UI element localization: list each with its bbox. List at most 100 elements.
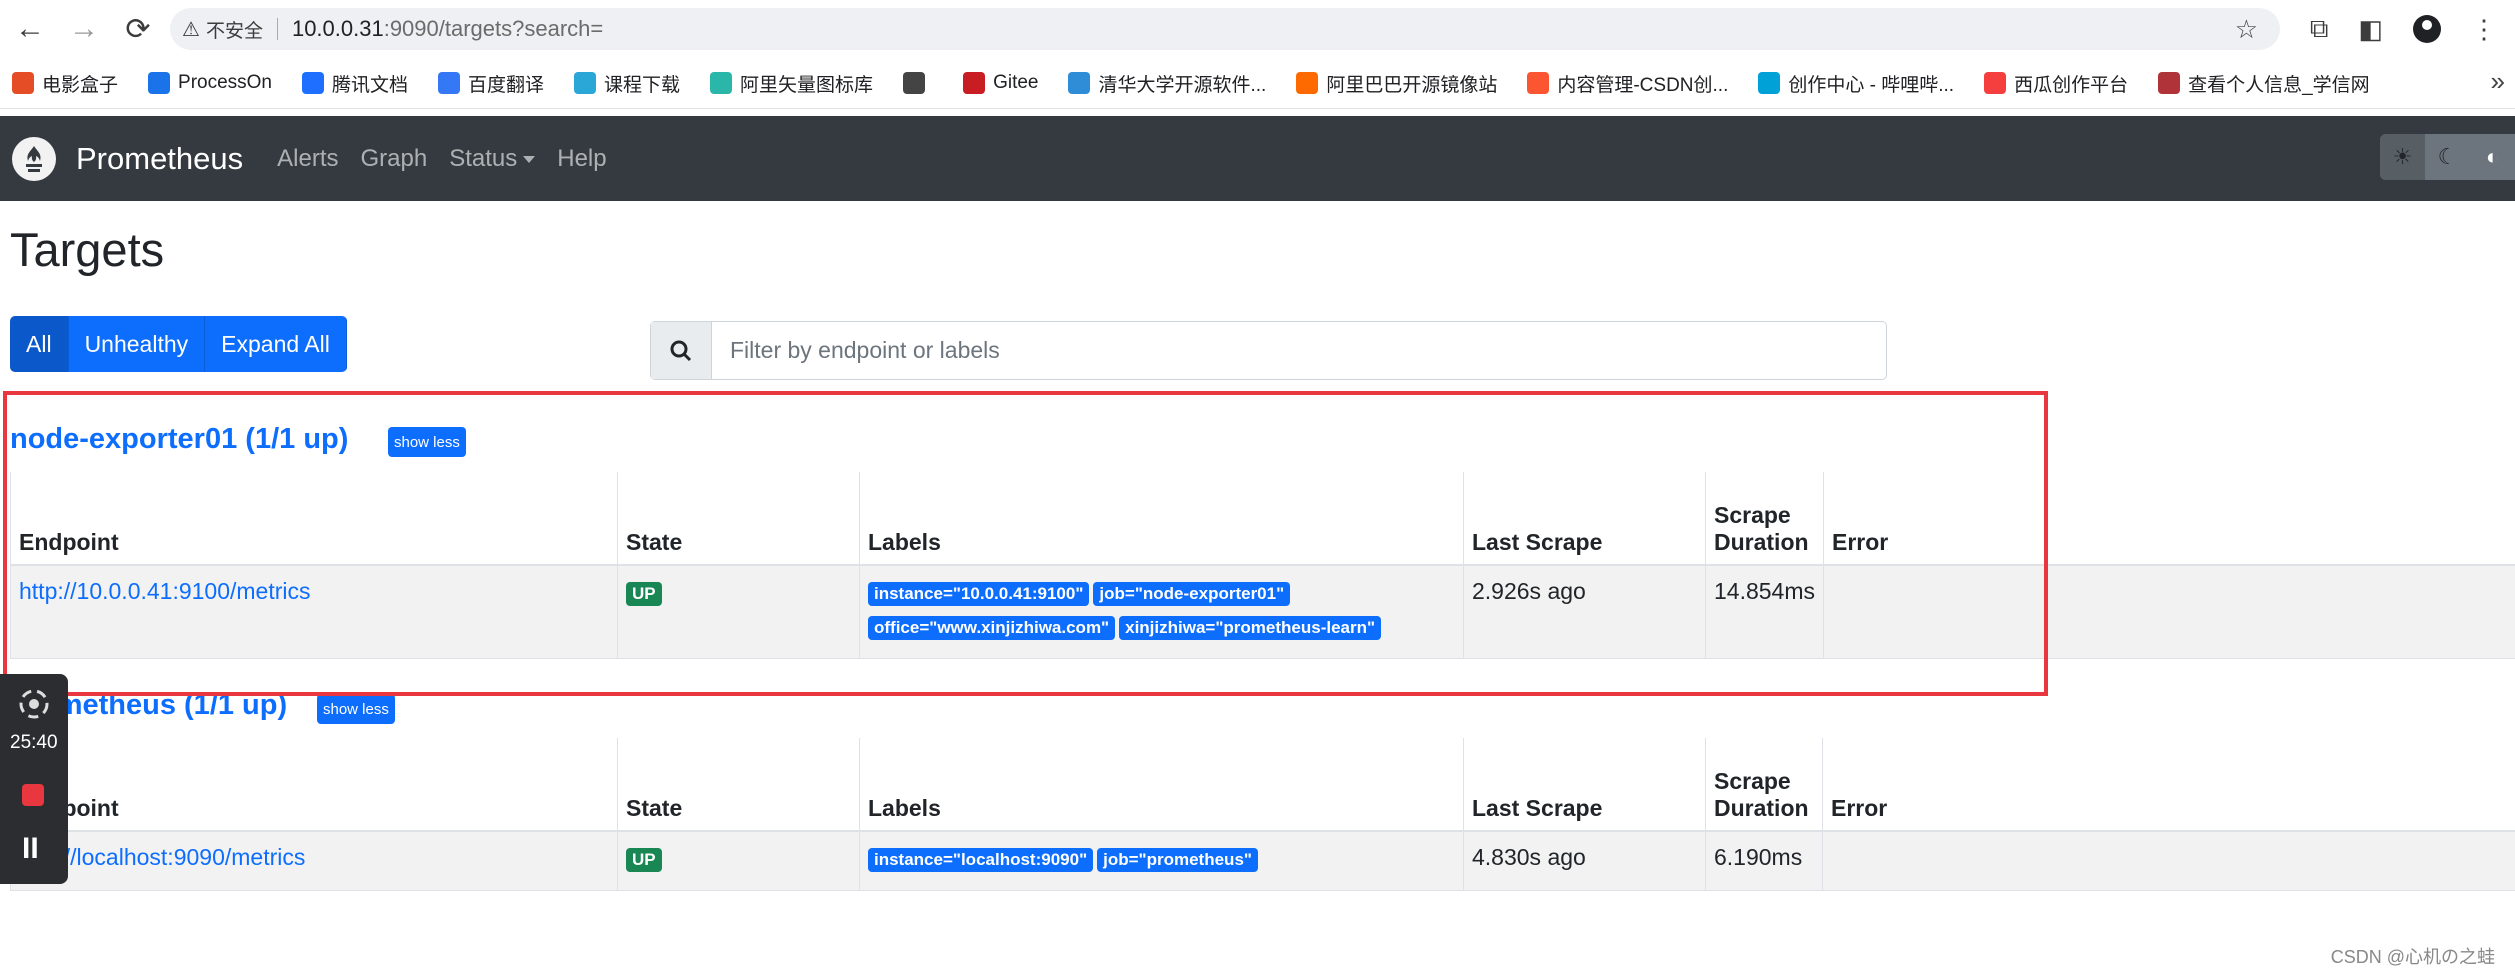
bookmark-label: 内容管理-CSDN创... — [1557, 74, 1729, 96]
browser-toolbar: ← → ⟳ ⚠ 不安全 10.0.0.31:9090/targets?searc… — [0, 0, 2515, 58]
bookmark-item[interactable]: 课程下载 — [574, 70, 680, 97]
baidu-translate-icon — [438, 72, 461, 94]
column-header-scrape-line1: Scrape — [1714, 768, 1791, 794]
security-warning[interactable]: ⚠ 不安全 — [182, 16, 263, 43]
bookmark-item[interactable]: 腾讯文档 — [302, 70, 408, 97]
bookmark-label: Gitee — [993, 72, 1039, 93]
theme-toggle: ☀ ☾ ◐ — [2380, 134, 2515, 180]
bookmark-item[interactable]: 百度翻译 — [438, 70, 544, 97]
bookmark-item[interactable]: 电影盒子 — [12, 70, 118, 97]
bookmark-item[interactable]: 内容管理-CSDN创... — [1527, 70, 1728, 97]
tuna-icon — [1068, 72, 1091, 94]
side-panel-icon[interactable]: ◧ — [2358, 14, 2383, 45]
nav-alerts[interactable]: Alerts — [277, 145, 338, 173]
bookmark-item[interactable]: 西瓜创作平台 — [1984, 70, 2128, 97]
url-text[interactable]: 10.0.0.31:9090/targets?search= — [292, 16, 603, 42]
label-badge: job="prometheus" — [1097, 848, 1258, 872]
search-icon — [651, 322, 712, 379]
search-input[interactable]: Filter by endpoint or labels — [730, 337, 1000, 364]
scrape-duration-cell: 6.190ms — [1705, 831, 1823, 891]
highlight-box — [3, 391, 2048, 696]
filter-search[interactable]: Filter by endpoint or labels — [650, 321, 1887, 380]
bookmark-item[interactable]: 阿里巴巴开源镜像站 — [1296, 70, 1497, 97]
bookmark-item[interactable]: ProcessOn — [148, 72, 272, 94]
film-icon — [12, 72, 34, 94]
column-header-scrape-duration: Scrape Duration — [1705, 738, 1823, 832]
bookmark-label: ProcessOn — [178, 72, 272, 93]
bookmark-star-icon[interactable]: ☆ — [2235, 14, 2258, 45]
pause-icon[interactable]: II — [22, 832, 39, 866]
recorder-logo-icon — [19, 689, 49, 719]
prometheus-logo-icon[interactable] — [12, 136, 56, 181]
processon-icon — [148, 72, 171, 94]
screen-recorder-widget: 25:40 II — [0, 674, 68, 884]
profile-avatar[interactable] — [2413, 15, 2441, 43]
bookmark-label: 查看个人信息_学信网 — [2188, 74, 2370, 96]
nav-graph[interactable]: Graph — [361, 145, 428, 173]
expand-all-button[interactable]: Expand All — [205, 316, 347, 372]
endpoint-cell: http://localhost:9090/metrics — [10, 831, 618, 891]
filter-button-group: All Unhealthy Expand All — [10, 316, 347, 372]
reload-icon[interactable]: ⟳ — [114, 5, 162, 53]
bookmark-item[interactable]: 阿里矢量图标库 — [710, 70, 873, 97]
table-header-row: Endpoint State Labels Last Scrape Scrape… — [10, 738, 2515, 832]
last-scrape-cell: 4.830s ago — [1463, 831, 1706, 891]
watermark: CSDN @心机の之蛙 — [2330, 947, 2495, 967]
label-badge: instance="localhost:9090" — [868, 848, 1094, 872]
xigua-icon — [1984, 72, 2007, 94]
labels-cell: instance="localhost:9090" job="prometheus… — [859, 831, 1464, 891]
bookmark-item[interactable]: 创作中心 - 哔哩哔... — [1758, 70, 1954, 97]
filter-all-button[interactable]: All — [10, 316, 69, 372]
iconfont-icon — [710, 72, 733, 94]
light-theme-icon[interactable]: ☀ — [2380, 134, 2425, 180]
tencent-docs-icon — [302, 72, 324, 94]
brand-title[interactable]: Prometheus — [76, 141, 243, 177]
nav-status-dropdown[interactable]: Status — [449, 144, 536, 173]
bilibili-icon — [1758, 72, 1781, 94]
page-title: Targets — [10, 223, 165, 276]
bookmark-label: 课程下载 — [604, 74, 681, 96]
dark-theme-icon[interactable]: ☾ — [2425, 134, 2470, 180]
state-cell: UP — [617, 831, 860, 891]
forward-icon[interactable]: → — [60, 5, 108, 53]
prometheus-navbar: Prometheus Alerts Graph Status Help ☀ ☾ … — [0, 116, 2515, 201]
stop-icon[interactable] — [22, 784, 44, 806]
bookmark-item[interactable] — [903, 72, 933, 94]
divider — [276, 18, 278, 40]
gitee-icon — [963, 72, 986, 94]
recording-time: 25:40 — [10, 732, 58, 753]
error-cell — [1822, 831, 2515, 891]
targets-table-prometheus: Endpoint State Labels Last Scrape Scrape… — [10, 738, 2515, 891]
column-header-last-scrape: Last Scrape — [1463, 738, 1706, 832]
bookmark-label: 电影盒子 — [42, 74, 119, 96]
state-badge: UP — [626, 848, 662, 872]
more-bookmarks-icon[interactable]: » — [2491, 66, 2505, 97]
column-header-state: State — [617, 738, 860, 832]
menu-icon[interactable]: ⋮ — [2471, 14, 2497, 45]
auto-theme-icon[interactable]: ◐ — [2470, 134, 2515, 180]
extensions-icon[interactable]: ⧉ — [2310, 13, 2329, 45]
filter-unhealthy-button[interactable]: Unhealthy — [68, 316, 206, 372]
bookmark-item[interactable]: Gitee — [963, 72, 1038, 94]
aliyun-icon — [1296, 72, 1319, 94]
back-icon[interactable]: ← — [6, 5, 54, 53]
bookmark-label: 腾讯文档 — [332, 74, 409, 96]
address-bar[interactable]: ⚠ 不安全 10.0.0.31:9090/targets?search= ☆ — [170, 8, 2280, 50]
show-less-button[interactable]: show less — [317, 694, 395, 724]
course-icon — [574, 72, 597, 94]
column-header-labels: Labels — [859, 738, 1464, 832]
column-header-scrape-line2: Duration — [1714, 795, 1809, 821]
chsi-icon — [2158, 72, 2181, 94]
bookmark-label: 清华大学开源软件... — [1098, 74, 1267, 96]
column-header-error: Error — [1822, 738, 2515, 832]
bookmark-item[interactable]: 清华大学开源软件... — [1068, 70, 1266, 97]
bookmark-label: 西瓜创作平台 — [2014, 74, 2129, 96]
bookmark-item[interactable]: 查看个人信息_学信网 — [2158, 70, 2370, 97]
bookmark-label: 创作中心 - 哔哩哔... — [1788, 74, 1955, 96]
chevron-down-icon — [523, 155, 536, 163]
nav-help[interactable]: Help — [557, 145, 606, 173]
table-row: http://localhost:9090/metrics UP instanc… — [10, 831, 2515, 891]
url-host: 10.0.0.31 — [291, 16, 384, 41]
column-header-endpoint: Endpoint — [10, 738, 618, 832]
nav-status-label: Status — [449, 144, 518, 172]
